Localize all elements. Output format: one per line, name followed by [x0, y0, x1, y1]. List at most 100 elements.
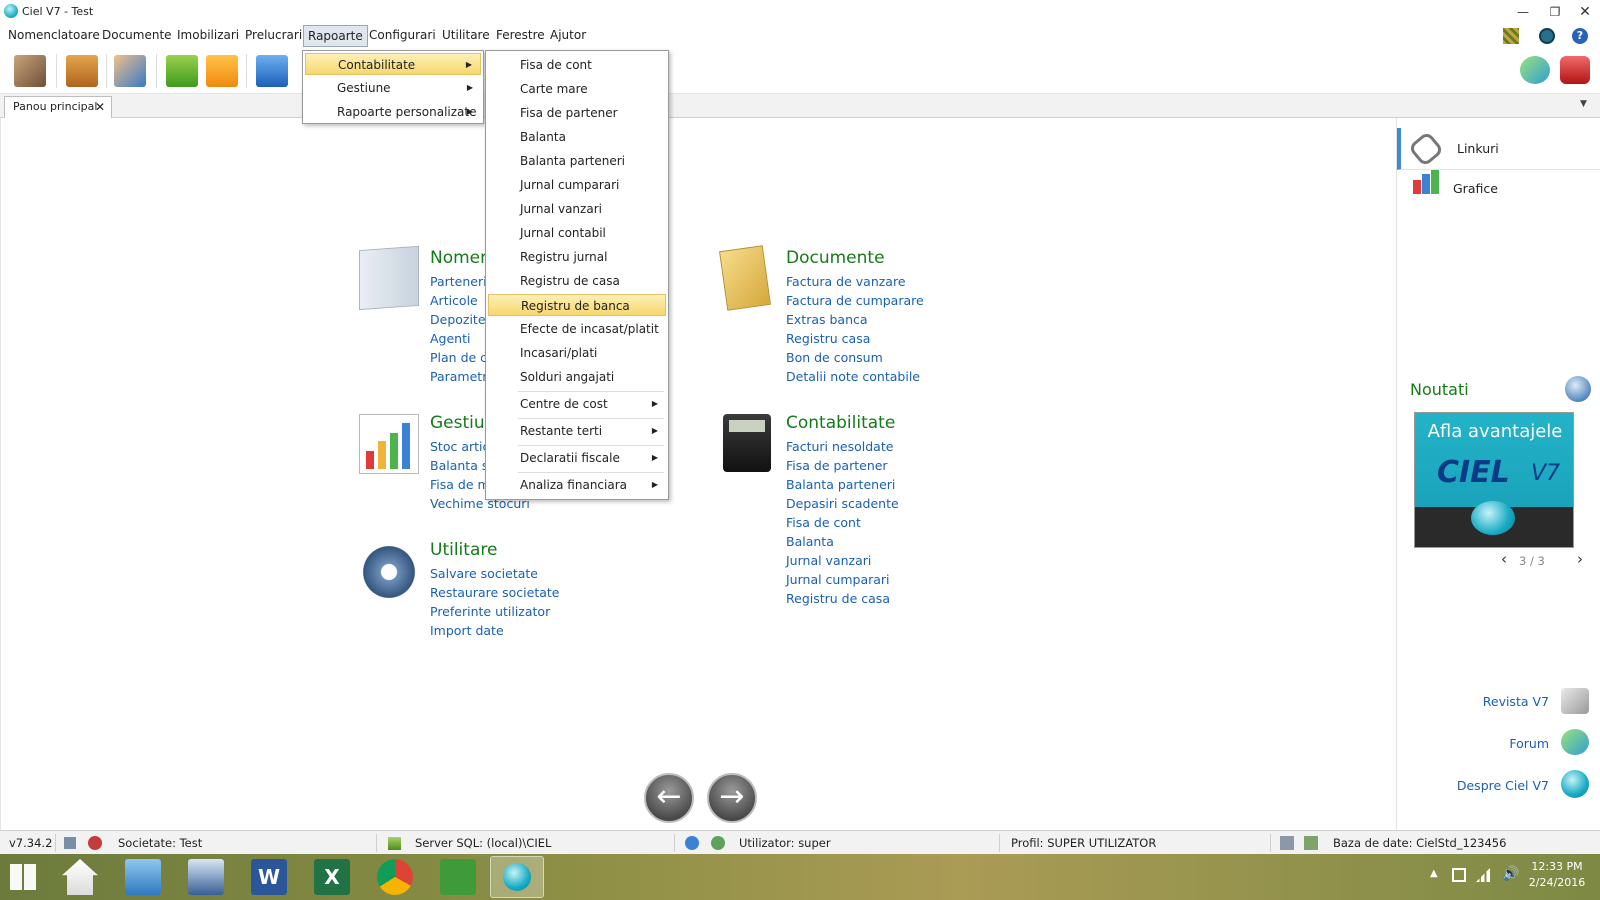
windows-start-icon[interactable]: [10, 864, 36, 890]
news-banner[interactable]: Afla avantajele CIEL V7: [1414, 412, 1574, 548]
menu-imobilizari[interactable]: Imobilizari: [175, 28, 241, 42]
connection-icon[interactable]: [88, 836, 102, 850]
export-icon[interactable]: [256, 55, 288, 87]
menu-item-registru-de-casa[interactable]: Registru de casa: [488, 270, 666, 292]
menu-utilitare[interactable]: Utilitare: [440, 28, 492, 42]
menu-configurari[interactable]: Configurari: [367, 28, 438, 42]
pager-prev-icon[interactable]: ‹: [1501, 550, 1507, 568]
menu-item-contabilitate[interactable]: Contabilitate ▶: [305, 53, 481, 75]
link-salvare-societate[interactable]: Salvare societate: [430, 566, 538, 581]
link-registru-de-casa[interactable]: Registru de casa: [786, 591, 890, 606]
link-depasiri-scadente[interactable]: Depasiri scadente: [786, 496, 899, 511]
section-title-documente[interactable]: Documente: [786, 248, 885, 268]
link-preferinte-utilizator[interactable]: Preferinte utilizator: [430, 604, 550, 619]
import-icon[interactable]: [166, 55, 198, 87]
menu-prelucrari[interactable]: Prelucrari: [243, 28, 304, 42]
excel-icon[interactable]: X: [314, 859, 350, 895]
about-globe-icon[interactable]: [1561, 770, 1589, 798]
menu-item-carte-mare[interactable]: Carte mare: [488, 78, 666, 100]
link-factura-de-cumparare[interactable]: Factura de cumparare: [786, 293, 924, 308]
menu-item-declaratii-fiscale[interactable]: Declaratii fiscale ▶: [488, 447, 666, 469]
link-parteneri[interactable]: Parteneri: [430, 274, 487, 289]
menu-item-registru-de-banca[interactable]: Registru de banca: [488, 294, 666, 316]
forum-chat-icon[interactable]: [1561, 729, 1589, 755]
news-download-icon[interactable]: [1565, 376, 1591, 402]
back-arrow-button[interactable]: ←: [644, 773, 694, 823]
link-articole[interactable]: Articole: [430, 293, 478, 308]
link-jurnal-cumparari[interactable]: Jurnal cumparari: [786, 572, 890, 587]
support-icon[interactable]: [1560, 56, 1590, 84]
menu-item-registru-jurnal[interactable]: Registru jurnal: [488, 246, 666, 268]
section-title-utilitare[interactable]: Utilitare: [430, 540, 497, 560]
tab-panou-principal[interactable]: Panou principal ✕: [4, 96, 112, 118]
menu-item-fisa-de-cont[interactable]: Fisa de cont: [488, 54, 666, 76]
forward-arrow-button[interactable]: →: [707, 773, 757, 823]
handshake-icon[interactable]: [14, 55, 46, 87]
update-icon[interactable]: [1539, 28, 1555, 44]
menu-ferestre[interactable]: Ferestre: [494, 28, 547, 42]
users-icon[interactable]: [114, 55, 146, 87]
link-registru-casa[interactable]: Registru casa: [786, 331, 870, 346]
grafice-panel-item[interactable]: Grafice: [1397, 170, 1600, 212]
link-facturi-nesoldate[interactable]: Facturi nesoldate: [786, 439, 893, 454]
tab-list-chevron-icon[interactable]: ▼: [1580, 99, 1587, 109]
link-fisa-de-cont[interactable]: Fisa de cont: [786, 515, 861, 530]
help-icon[interactable]: ?: [1572, 28, 1588, 44]
menu-item-solduri-angajati[interactable]: Solduri angajati: [488, 366, 666, 388]
menu-item-fisa-de-partener[interactable]: Fisa de partener: [488, 102, 666, 124]
clock-date[interactable]: 2/24/2016: [1528, 876, 1586, 889]
menu-item-jurnal-vanzari[interactable]: Jurnal vanzari: [488, 198, 666, 220]
menu-item-efecte-de-incasat-platit[interactable]: Efecte de incasat/platit: [488, 318, 666, 340]
ciel-taskbar-button[interactable]: [490, 856, 544, 898]
link-forum[interactable]: Forum: [1397, 736, 1549, 751]
close-button[interactable]: ✕: [1570, 3, 1600, 21]
menu-item-gestiune[interactable]: Gestiune ▶: [305, 77, 481, 99]
tab-close-icon[interactable]: ✕: [95, 97, 105, 117]
link-parametri[interactable]: Parametri: [430, 369, 491, 384]
transfer-icon[interactable]: [206, 55, 238, 87]
link-restaurare-societate[interactable]: Restaurare societate: [430, 585, 560, 600]
link-fisa-de-partener[interactable]: Fisa de partener: [786, 458, 888, 473]
link-balanta-parteneri[interactable]: Balanta parteneri: [786, 477, 895, 492]
minimize-button[interactable]: —: [1508, 3, 1538, 21]
word-icon[interactable]: W: [251, 859, 287, 895]
link-bon-de-consum[interactable]: Bon de consum: [786, 350, 883, 365]
link-detalii-note-contabile[interactable]: Detalii note contabile: [786, 369, 920, 384]
tray-windows-icon[interactable]: [1452, 868, 1466, 882]
clock-time[interactable]: 12:33 PM: [1528, 860, 1586, 873]
menu-item-balanta-parteneri[interactable]: Balanta parteneri: [488, 150, 666, 172]
menu-item-centre-de-cost[interactable]: Centre de cost ▶: [488, 393, 666, 415]
chat-icon[interactable]: [1520, 56, 1550, 84]
chat-app-icon[interactable]: [440, 859, 476, 895]
box-icon[interactable]: [66, 55, 98, 87]
link-balanta[interactable]: Balanta: [786, 534, 834, 549]
link-extras-banca[interactable]: Extras banca: [786, 312, 868, 327]
chrome-icon[interactable]: [377, 859, 413, 895]
home-icon[interactable]: [62, 859, 98, 895]
menu-documente[interactable]: Documente: [100, 28, 174, 42]
pager-next-icon[interactable]: ›: [1577, 550, 1583, 568]
link-factura-de-vanzare[interactable]: Factura de vanzare: [786, 274, 906, 289]
magazine-icon[interactable]: [1561, 688, 1589, 714]
tools-icon[interactable]: [1503, 28, 1519, 44]
link-import-date[interactable]: Import date: [430, 623, 504, 638]
network-icon[interactable]: [1476, 868, 1490, 882]
restore-button[interactable]: ❐: [1540, 3, 1570, 21]
sync-icon[interactable]: [64, 837, 76, 849]
tray-chevron-icon[interactable]: ▲: [1430, 868, 1438, 879]
linkuri-panel-item[interactable]: Linkuri: [1397, 128, 1600, 170]
computer-icon[interactable]: [188, 859, 224, 895]
link-jurnal-vanzari[interactable]: Jurnal vanzari: [786, 553, 871, 568]
menu-item-restante-terti[interactable]: Restante terti ▶: [488, 420, 666, 442]
control-panel-icon[interactable]: [125, 859, 161, 895]
volume-icon[interactable]: 🔊: [1502, 866, 1519, 882]
menu-item-jurnal-cumparari[interactable]: Jurnal cumparari: [488, 174, 666, 196]
menu-item-balanta[interactable]: Balanta: [488, 126, 666, 148]
section-title-contabilitate[interactable]: Contabilitate: [786, 413, 895, 433]
menu-rapoarte[interactable]: Rapoarte: [303, 25, 368, 47]
menu-item-analiza-financiara[interactable]: Analiza financiara ▶: [488, 474, 666, 496]
menu-nomenclatoare[interactable]: Nomenclatoare: [6, 28, 102, 42]
link-despre-ciel[interactable]: Despre Ciel V7: [1397, 778, 1549, 793]
link-agenti[interactable]: Agenti: [430, 331, 470, 346]
link-depozite[interactable]: Depozite: [430, 312, 486, 327]
